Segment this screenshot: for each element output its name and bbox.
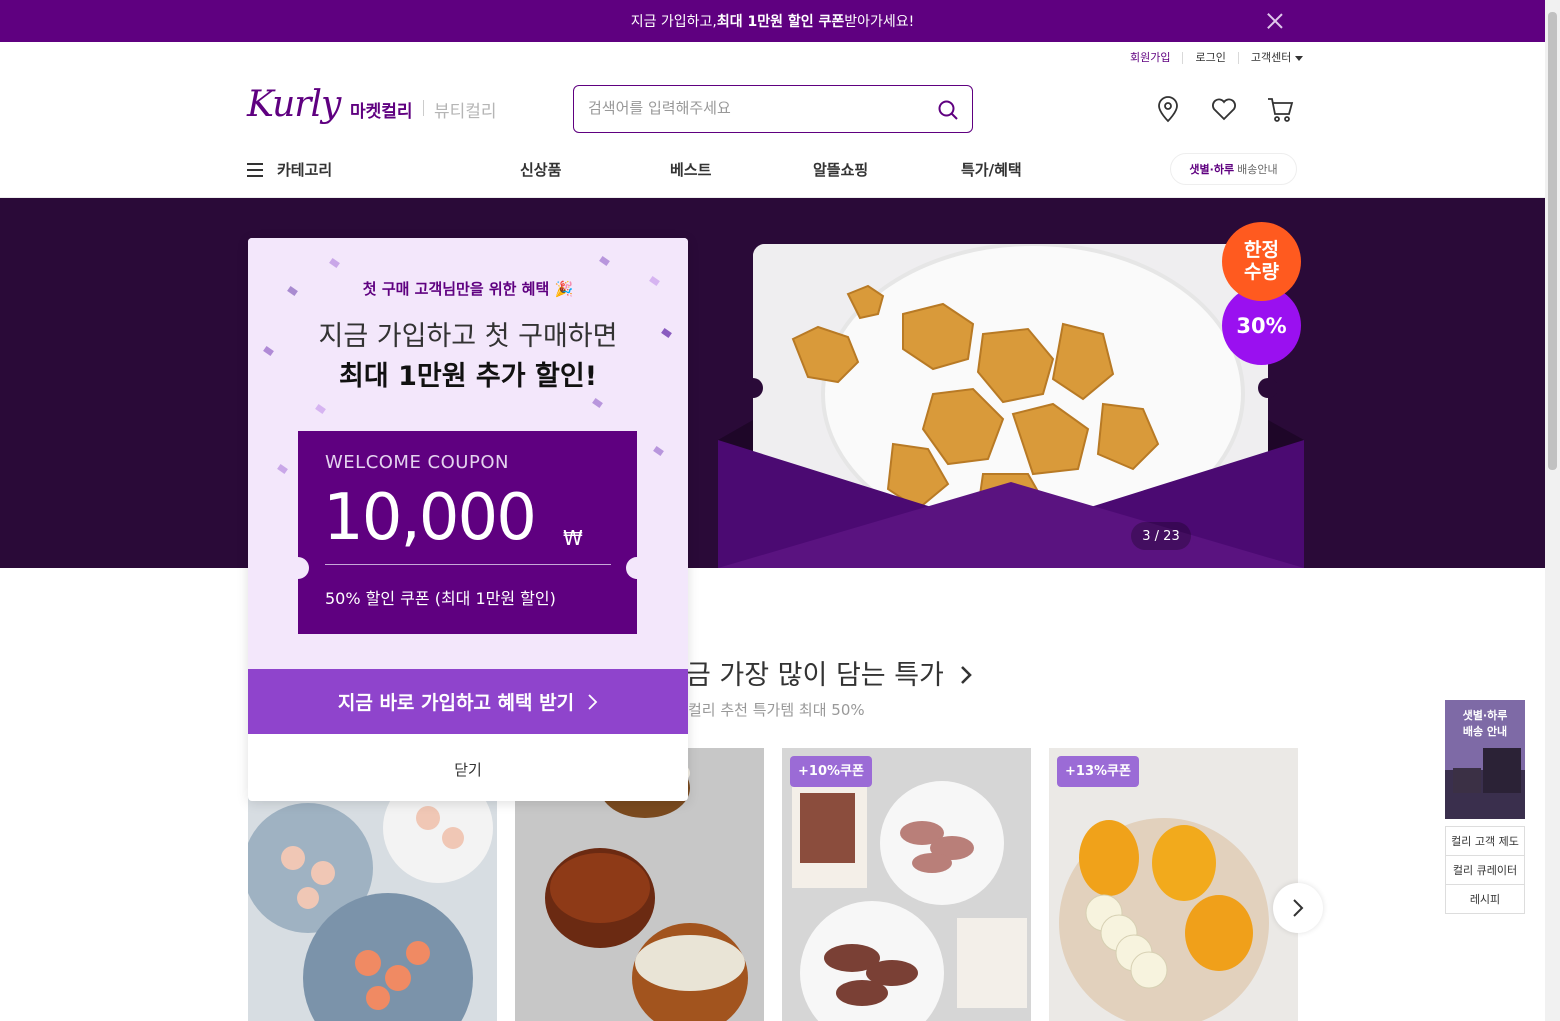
top-promo-banner[interactable]: 지금 가입하고, 최대 1만원 할인 쿠폰 받아가세요! <box>0 0 1545 42</box>
signup-link[interactable]: 회원가입 <box>1118 52 1182 64</box>
badge-limited-line1: 한정 <box>1244 239 1279 261</box>
coupon-amount: 10,000 <box>323 481 537 555</box>
product-card[interactable]: +10%쿠폰 <box>782 748 1031 1021</box>
search-icon[interactable] <box>936 98 960 122</box>
cart-icon[interactable] <box>1265 94 1295 124</box>
coupon-tag: +13%쿠폰 <box>1057 756 1139 787</box>
confetti <box>277 463 288 475</box>
coupon-notch <box>287 557 309 579</box>
popup-kicker: 첫 구매 고객님만을 위한 혜택 🎉 <box>362 280 574 298</box>
side-link-curator[interactable]: 컬리 큐레이터 <box>1445 855 1525 885</box>
limited-quantity-badge: 한정 수량 <box>1222 222 1301 301</box>
product-card[interactable]: +13%쿠폰 <box>1049 748 1298 1021</box>
banner-close-icon[interactable] <box>1265 11 1285 31</box>
tab-beauty-kurly[interactable]: 뷰티컬리 <box>434 97 497 122</box>
coupon-card: WELCOME COUPON 10,000 ₩ 50% 할인 쿠폰 (최대 1만… <box>287 431 648 634</box>
banner-text-pre: 지금 가입하고, <box>630 14 717 30</box>
nav-best[interactable]: 베스트 <box>670 159 711 180</box>
chevron-right-icon <box>961 666 973 684</box>
side-banner-line2: 배송 안내 <box>1462 725 1508 738</box>
nav-new-products[interactable]: 신상품 <box>520 159 561 180</box>
page-scrollbar[interactable] <box>1545 0 1560 1021</box>
tab-market-kurly[interactable]: 마켓컬리 <box>350 97 413 122</box>
welcome-coupon-popup: 첫 구매 고객님만을 위한 혜택 🎉 지금 가입하고 첫 구매하면 최대 1만원… <box>248 238 688 801</box>
side-link-customer-policy[interactable]: 컬리 고객 제도 <box>1445 826 1525 856</box>
scrollbar-thumb[interactable] <box>1548 12 1557 470</box>
badge-limited-line2: 수량 <box>1244 261 1279 283</box>
section-subtitle: 컬리 추천 특가템 최대 50% <box>688 701 865 719</box>
chevron-right-icon <box>588 693 598 710</box>
confetti <box>592 397 603 409</box>
category-menu[interactable]: 카테고리 <box>247 159 332 180</box>
nav-bargain[interactable]: 알뜰쇼핑 <box>813 159 868 180</box>
confetti <box>315 403 326 415</box>
main-navigation: 카테고리 신상품 베스트 알뜰쇼핑 특가/혜택 샛별·하루 배송안내 <box>0 150 1545 198</box>
coupon-notch <box>626 557 648 579</box>
delivery-text: 배송안내 <box>1237 163 1278 176</box>
coupon-tag: +10%쿠폰 <box>790 756 872 787</box>
coupon-divider <box>325 564 611 565</box>
hero-slide-counter: 3 / 23 <box>1131 522 1191 550</box>
delivery-bold: 샛별·하루 <box>1189 163 1235 176</box>
tab-divider <box>423 100 424 116</box>
coupon-description: 50% 할인 쿠폰 (최대 1만원 할인) <box>325 589 556 608</box>
side-delivery-banner[interactable]: 샛별·하루 배송 안내 <box>1445 700 1525 819</box>
confetti <box>329 257 340 269</box>
side-banner-line1: 샛별·하루 <box>1462 709 1508 722</box>
login-link[interactable]: 로그인 <box>1182 52 1237 64</box>
section-title[interactable]: 금 가장 많이 담는 특가 <box>686 653 974 692</box>
customer-center-link[interactable]: 고객센터 <box>1237 51 1315 64</box>
delivery-info-button[interactable]: 샛별·하루 배송안내 <box>1170 153 1297 185</box>
chevron-down-icon <box>1295 55 1304 61</box>
signup-benefit-button[interactable]: 지금 바로 가입하고 혜택 받기 <box>248 669 688 734</box>
customer-center-label: 고객센터 <box>1250 51 1292 64</box>
popup-close-button[interactable]: 닫기 <box>248 738 688 801</box>
banner-text-bold: 최대 1만원 할인 쿠폰 <box>716 14 845 30</box>
coupon-label: WELCOME COUPON <box>325 452 509 473</box>
search-box <box>573 85 973 133</box>
popup-headline-1: 지금 가입하고 첫 구매하면 <box>318 321 618 352</box>
product-image <box>1049 748 1298 1021</box>
nav-deals[interactable]: 특가/혜택 <box>961 159 1022 180</box>
product-image <box>782 748 1031 1021</box>
banner-text-post: 받아가세요! <box>844 14 915 30</box>
popup-headline-2: 최대 1만원 추가 할인! <box>338 361 598 392</box>
location-pin-icon[interactable] <box>1153 94 1183 124</box>
won-currency-icon: ₩ <box>563 526 583 550</box>
confetti <box>653 445 664 457</box>
heart-icon[interactable] <box>1209 94 1239 124</box>
search-input[interactable] <box>588 99 918 117</box>
hamburger-icon <box>247 162 263 177</box>
popup-content: 첫 구매 고객님만을 위한 혜택 🎉 지금 가입하고 첫 구매하면 최대 1만원… <box>248 238 688 669</box>
cta-label: 지금 바로 가입하고 혜택 받기 <box>337 692 575 714</box>
section-title-text: 금 가장 많이 담는 특가 <box>686 660 944 691</box>
category-label: 카테고리 <box>277 161 333 179</box>
user-menu: 회원가입 로그인 고객센터 <box>1118 52 1315 64</box>
hero-envelope-graphic <box>718 378 1304 568</box>
carousel-next-button[interactable] <box>1273 883 1323 933</box>
chevron-right-icon <box>1293 899 1304 917</box>
kurly-logo[interactable]: Kurly <box>247 84 341 125</box>
side-link-recipe[interactable]: 레시피 <box>1445 884 1525 914</box>
confetti <box>599 255 610 267</box>
